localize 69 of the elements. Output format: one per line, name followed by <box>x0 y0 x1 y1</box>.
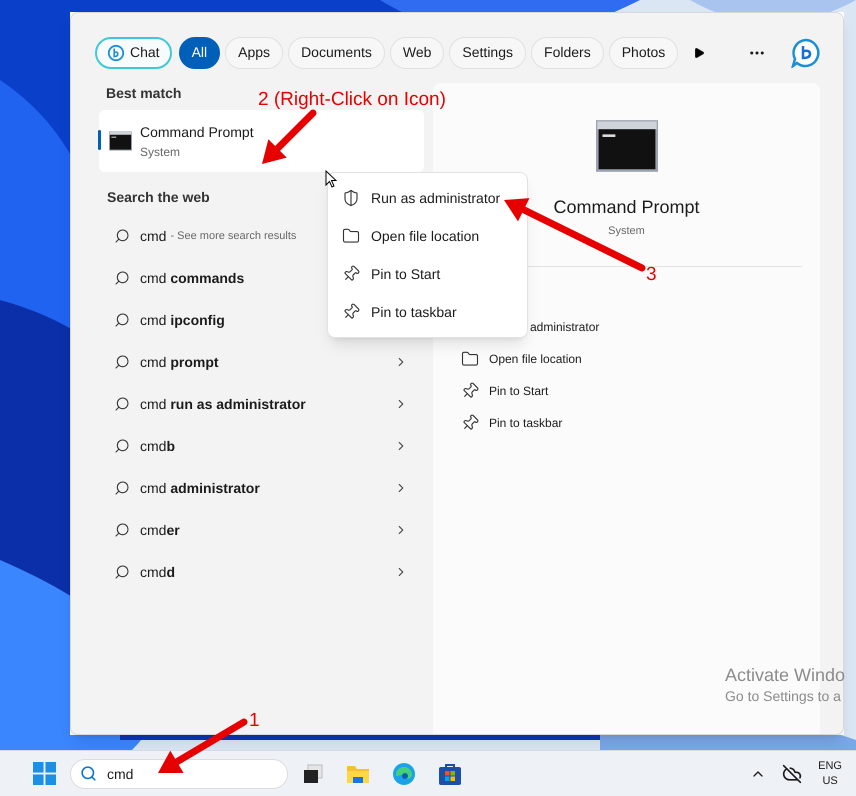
arrow <box>262 110 316 164</box>
filter-tab[interactable]: Apps <box>225 36 284 68</box>
folder-icon <box>461 350 479 368</box>
chat-button[interactable]: Chat <box>95 36 172 68</box>
menu-item[interactable]: Run as administrator <box>328 179 527 217</box>
search-suggestion[interactable]: cmd run as administrator <box>99 383 424 425</box>
filter-tab[interactable]: Folders <box>531 36 604 68</box>
chat-bubble-icon <box>107 44 125 62</box>
suggestion-text: cmd <box>140 226 166 246</box>
suggestion-text: cmd run as administrator <box>140 394 306 414</box>
action-item[interactable]: Pin to taskbar <box>461 406 820 438</box>
search-icon <box>114 354 130 370</box>
activation-title: Activate Windo <box>725 664 846 686</box>
search-suggestion[interactable]: cmd prompt <box>99 341 424 383</box>
suggestion-text: cmd administrator <box>140 478 260 498</box>
taskbar-search-field[interactable]: cmd <box>70 758 288 788</box>
task-view-icon[interactable] <box>302 762 324 784</box>
chat-bubble-icon[interactable] <box>791 38 821 68</box>
search-icon <box>114 270 130 286</box>
filter-tab[interactable]: Web <box>390 36 444 68</box>
search-icon <box>114 396 130 412</box>
app-subtitle: System <box>140 144 182 160</box>
windows-logo-icon[interactable] <box>33 762 56 785</box>
best-match-item[interactable]: Command Prompt System <box>99 110 424 172</box>
action-item[interactable]: Open file location <box>461 342 820 374</box>
cloud-off-icon[interactable] <box>782 764 802 784</box>
section-heading: Search the web <box>107 188 210 207</box>
language-indicator[interactable]: ENG US <box>818 758 842 788</box>
menu-item[interactable]: Pin to taskbar <box>328 293 527 331</box>
filter-tab[interactable]: Documents <box>288 36 385 68</box>
search-suggestion[interactable]: cmdd <box>99 551 424 593</box>
search-icon <box>114 564 130 580</box>
search-suggestion[interactable]: cmd administrator <box>99 467 424 509</box>
search-icon <box>114 312 130 328</box>
action-item[interactable]: Pin to Start <box>461 374 820 406</box>
store-icon[interactable] <box>438 762 462 786</box>
search-icon <box>80 764 97 782</box>
annotation-label: 2 (Right-Click on Icon) <box>258 88 446 112</box>
filter-tab[interactable]: Photos <box>608 36 678 68</box>
suggestion-text: cmd prompt <box>140 352 219 372</box>
terminal-icon <box>596 120 658 172</box>
search-suggestion[interactable]: cmder <box>99 509 424 551</box>
app-title: Command Prompt <box>140 122 254 142</box>
search-suggestion[interactable]: cmdb <box>99 425 424 467</box>
search-icon <box>114 438 130 454</box>
annotation-label: 1 <box>249 709 260 733</box>
annotation-label: 3 <box>646 263 657 287</box>
menu-item[interactable]: Pin to Start <box>328 255 527 293</box>
activation-subtitle: Go to Settings to a <box>725 687 842 706</box>
section-heading: Best match <box>106 84 182 103</box>
play-icon[interactable] <box>693 46 705 58</box>
folder-icon <box>342 227 360 245</box>
suggestion-text: cmder <box>140 520 180 540</box>
menu-item[interactable]: Open file location <box>328 217 527 255</box>
app-title: Command Prompt <box>553 196 700 219</box>
terminal-icon <box>109 131 132 151</box>
search-icon <box>114 228 130 244</box>
suggestion-text: cmdb <box>140 436 176 456</box>
filter-tab[interactable]: All <box>178 36 220 68</box>
suggestion-text: cmd ipconfig <box>140 310 225 330</box>
suggestion-text: cmd commands <box>140 268 244 288</box>
app-subtitle: System <box>608 224 645 239</box>
search-icon <box>114 522 130 538</box>
search-icon <box>114 480 130 496</box>
filter-tab[interactable]: Settings <box>449 36 526 68</box>
browser-icon[interactable] <box>392 762 416 786</box>
suggestion-text: cmdd <box>140 562 176 582</box>
shield-icon <box>342 189 360 207</box>
suggestion-note: - See more search results <box>170 228 296 244</box>
